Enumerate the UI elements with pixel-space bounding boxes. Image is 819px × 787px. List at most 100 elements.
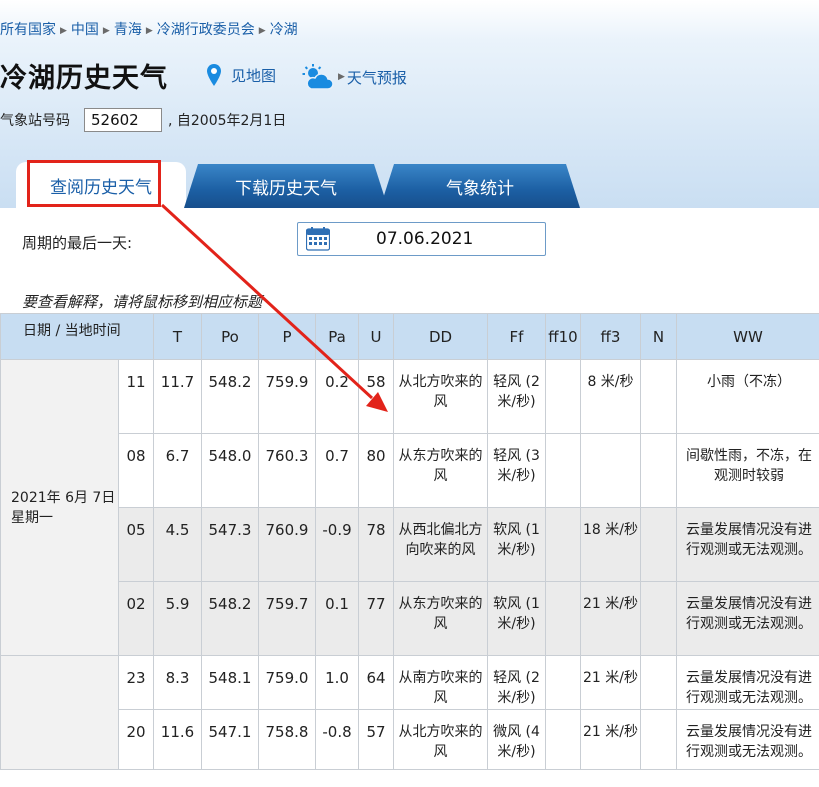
breadcrumb-china[interactable]: 中国	[71, 22, 99, 38]
header-Po[interactable]: Po	[201, 313, 259, 360]
table-row: 20 11.6 547.1 758.8 -0.8 57 从北方吹来的风 微风 (…	[1, 709, 819, 770]
header-WW[interactable]: WW	[676, 313, 819, 360]
cell-N	[640, 507, 677, 582]
cell-Pa: -0.9	[315, 507, 359, 582]
header-DD[interactable]: DD	[393, 313, 488, 360]
cell-DD: 从南方吹来的风	[393, 655, 488, 710]
cell-ff3: 21 米/秒	[580, 655, 641, 710]
cell-WW: 小雨（不冻）	[676, 359, 819, 434]
map-link-label: 见地图	[231, 66, 277, 85]
forecast-link[interactable]: ▶ 天气预报	[302, 64, 407, 90]
cell-ff10	[545, 709, 581, 770]
cell-DD: 从东方吹来的风	[393, 433, 488, 508]
header-ff3[interactable]: ff3	[580, 313, 641, 360]
header-ff10[interactable]: ff10	[545, 313, 581, 360]
cell-T: 6.7	[153, 433, 202, 508]
header-T[interactable]: T	[153, 313, 202, 360]
forecast-link-label: 天气预报	[346, 68, 407, 87]
hint-text: 要查看解释，请将鼠标移到相应标题	[22, 293, 263, 311]
cell-time: 23	[118, 655, 154, 710]
cell-ff3: 8 米/秒	[580, 359, 641, 434]
cell-P: 759.7	[258, 581, 316, 656]
cell-DD: 从北方吹来的风	[393, 359, 488, 434]
station-id-input[interactable]	[84, 108, 162, 132]
date-cell: 2021年 6月 7日 星期一	[0, 359, 119, 656]
station-row: 气象站号码 , 自2005年2月1日	[0, 108, 286, 132]
header-Pa[interactable]: Pa	[315, 313, 359, 360]
cell-U: 77	[358, 581, 394, 656]
breadcrumb-lenghu-committee[interactable]: 冷湖行政委员会	[157, 22, 255, 38]
cell-T: 8.3	[153, 655, 202, 710]
weekday-line: 星期一	[11, 509, 53, 526]
date-line: 2021年 6月 7日	[11, 489, 116, 506]
tab-download-history[interactable]: 下载历史天气	[184, 164, 388, 208]
table-row: 23 8.3 548.1 759.0 1.0 64 从南方吹来的风 轻风 (2 …	[0, 655, 819, 770]
cell-N	[640, 433, 677, 508]
cell-time: 11	[118, 359, 154, 434]
breadcrumb-separator-icon: ▶	[258, 26, 266, 36]
cell-ff10	[545, 581, 581, 656]
cell-ff3: 18 米/秒	[580, 507, 641, 582]
cell-DD: 从东方吹来的风	[393, 581, 488, 656]
breadcrumb-all-countries[interactable]: 所有国家	[0, 22, 56, 38]
cell-time: 02	[118, 581, 154, 656]
date-picker[interactable]: 07.06.2021	[297, 222, 546, 256]
cell-Pa: 0.7	[315, 433, 359, 508]
breadcrumb-lenghu[interactable]: 冷湖	[270, 22, 298, 38]
map-link[interactable]: 见地图	[207, 64, 276, 86]
cell-ff3	[580, 433, 641, 508]
cell-ff3: 21 米/秒	[580, 581, 641, 656]
date-cell	[0, 655, 119, 770]
tab-bar: 查阅历史天气 下载历史天气 气象统计	[0, 160, 819, 208]
header-N[interactable]: N	[640, 313, 677, 360]
forecast-arrow-icon: ▶	[338, 72, 345, 82]
header-Ff[interactable]: Ff	[487, 313, 546, 360]
cell-U: 57	[358, 709, 394, 770]
cell-U: 80	[358, 433, 394, 508]
cell-P: 760.9	[258, 507, 316, 582]
station-label: 气象站号码	[0, 113, 70, 129]
cell-ff3: 21 米/秒	[580, 709, 641, 770]
cell-U: 64	[358, 655, 394, 710]
cell-Pa: -0.8	[315, 709, 359, 770]
cell-Pa: 1.0	[315, 655, 359, 710]
breadcrumb-separator-icon: ▶	[60, 26, 67, 36]
cell-Po: 547.3	[201, 507, 259, 582]
date-value: 07.06.2021	[376, 229, 474, 249]
cell-ff10	[545, 359, 581, 434]
table-row: 05 4.5 547.3 760.9 -0.9 78 从西北偏北方向吹来的风 软…	[1, 507, 819, 582]
cell-Ff: 软风 (1 米/秒)	[487, 507, 546, 582]
cell-N	[640, 655, 677, 710]
cell-P: 759.9	[258, 359, 316, 434]
cell-WW: 云量发展情况没有进行观测或无法观测。	[676, 581, 819, 656]
tab-view-history[interactable]: 查阅历史天气	[16, 162, 186, 208]
cell-P: 758.8	[258, 709, 316, 770]
cell-U: 78	[358, 507, 394, 582]
cell-Ff: 微风 (4 米/秒)	[487, 709, 546, 770]
sun-cloud-icon	[302, 64, 334, 90]
tab-weather-stats[interactable]: 气象统计	[380, 164, 580, 208]
cell-WW: 云量发展情况没有进行观测或无法观测。	[676, 655, 819, 710]
header-P[interactable]: P	[258, 313, 316, 360]
cell-P: 759.0	[258, 655, 316, 710]
breadcrumb-separator-icon: ▶	[102, 26, 110, 36]
cell-time: 20	[118, 709, 154, 770]
cell-Pa: 0.1	[315, 581, 359, 656]
header-U[interactable]: U	[358, 313, 394, 360]
cell-T: 11.6	[153, 709, 202, 770]
breadcrumb-separator-icon: ▶	[145, 26, 153, 36]
cell-ff10	[545, 655, 581, 710]
breadcrumb: 所有国家 ▶ 中国 ▶ 青海 ▶ 冷湖行政委员会 ▶ 冷湖	[0, 19, 298, 39]
cell-time: 08	[118, 433, 154, 508]
cell-DD: 从北方吹来的风	[393, 709, 488, 770]
cell-N	[640, 359, 677, 434]
period-label: 周期的最后一天:	[22, 234, 133, 252]
breadcrumb-qinghai[interactable]: 青海	[114, 22, 142, 38]
cell-T: 4.5	[153, 507, 202, 582]
cell-WW: 云量发展情况没有进行观测或无法观测。	[676, 507, 819, 582]
cell-ff10	[545, 433, 581, 508]
cell-WW: 云量发展情况没有进行观测或无法观测。	[676, 709, 819, 770]
calendar-icon[interactable]	[306, 227, 330, 251]
cell-Ff: 轻风 (2 米/秒)	[487, 359, 546, 434]
header-date-time[interactable]: 日期 / 当地时间	[0, 313, 154, 360]
